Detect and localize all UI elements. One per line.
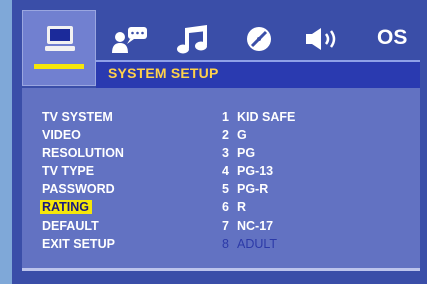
disc-icon[interactable] <box>244 24 274 54</box>
option-pg-r[interactable]: 5 PG-R <box>222 180 295 198</box>
option-pg[interactable]: 3 PG <box>222 144 295 162</box>
speech-subtitle-icon[interactable] <box>110 23 150 55</box>
page-title: SYSTEM SETUP <box>108 65 219 81</box>
menu-item-rating[interactable]: RATING <box>40 198 127 216</box>
setup-menu: TV SYSTEM VIDEO RESOLUTION TV TYPE PASSW… <box>40 108 127 253</box>
option-r[interactable]: 6R <box>222 198 295 216</box>
option-adult[interactable]: 8 ADULT <box>222 235 295 253</box>
option-g[interactable]: 2G <box>222 126 295 144</box>
option-nc-17[interactable]: 7 NC-17 <box>222 217 295 235</box>
option-pg-13[interactable]: 4 PG-13 <box>222 162 295 180</box>
menu-item-exit-setup[interactable]: EXIT SETUP <box>40 235 127 253</box>
menu-item-tv-system[interactable]: TV SYSTEM <box>40 108 127 126</box>
menu-item-video[interactable]: VIDEO <box>40 126 127 144</box>
menu-item-default[interactable]: DEFAULT <box>40 217 127 235</box>
os-icon[interactable]: OS <box>377 26 407 50</box>
selected-tab-underline <box>34 64 84 69</box>
rating-options: 1 KID SAFE 2G 3 PG 4 PG-13 5 PG-R 6R 7 NC-17 … <box>222 108 295 253</box>
menu-item-resolution[interactable]: RESOLUTION <box>40 144 127 162</box>
music-note-icon[interactable] <box>175 22 211 56</box>
menu-item-tv-type[interactable]: TV TYPE <box>40 162 127 180</box>
speaker-icon[interactable] <box>303 25 345 53</box>
menu-item-password[interactable]: PASSWORD <box>40 180 127 198</box>
option-kid-safe[interactable]: 1 KID SAFE <box>222 108 295 126</box>
monitor-icon[interactable] <box>43 23 77 57</box>
